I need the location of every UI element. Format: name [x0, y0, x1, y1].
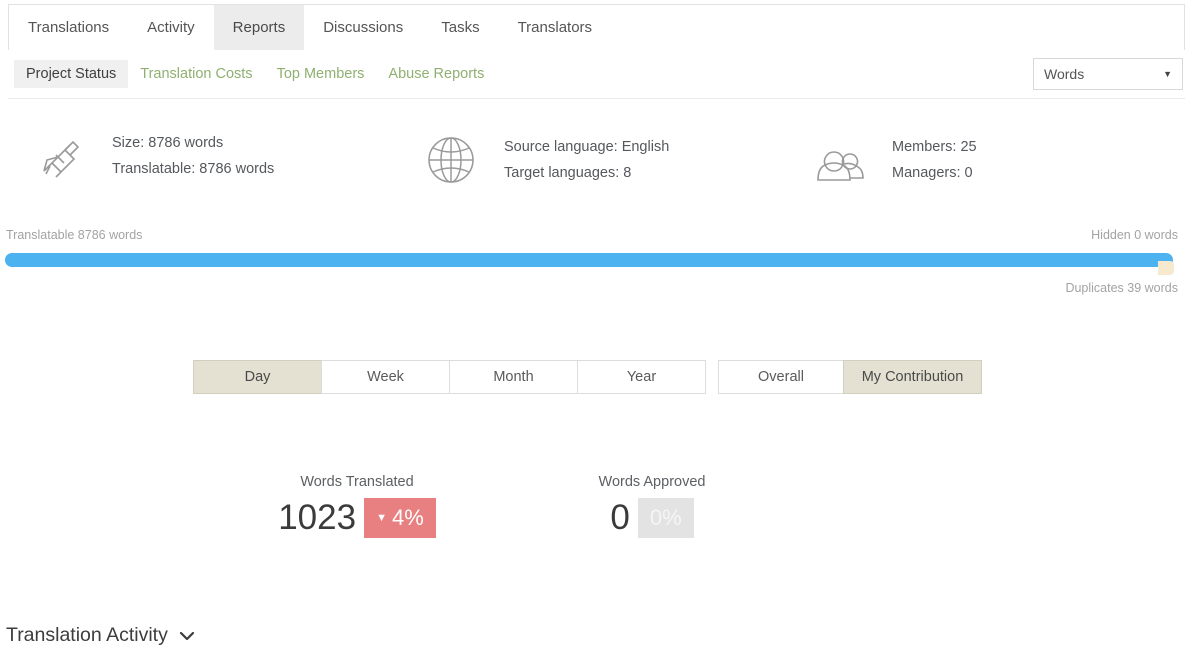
info-members-line: Members: 25 [892, 139, 977, 155]
subnav-link-translation-costs[interactable]: Translation Costs [128, 60, 264, 88]
caliper-icon [28, 125, 90, 187]
range-button-day[interactable]: Day [193, 360, 322, 394]
globe-icon [420, 129, 482, 191]
stat-words-translated-value-row: 1023 ▼ 4% [276, 498, 438, 538]
info-translatable-line: Translatable: 8786 words [112, 161, 275, 177]
stat-words-approved-badge: 0% [637, 498, 694, 538]
stat-words-approved-label: Words Approved [598, 474, 706, 490]
translation-activity-title: Translation Activity [6, 624, 168, 646]
progress-section: Translatable 8786 words Hidden 0 words D… [0, 228, 1200, 301]
range-button-month[interactable]: Month [449, 360, 578, 394]
nav-tab-discussions[interactable]: Discussions [304, 5, 422, 50]
progress-bar-duplicates [1158, 261, 1174, 275]
scope-button-overall[interactable]: Overall [718, 360, 844, 394]
main-nav-tab-list: Translations Activity Reports Discussion… [9, 5, 1184, 50]
nav-tab-tasks[interactable]: Tasks [422, 5, 498, 50]
range-button-group: Day Week Month Year [193, 360, 706, 394]
range-button-week[interactable]: Week [321, 360, 450, 394]
nav-tab-translators[interactable]: Translators [499, 5, 611, 50]
info-managers-line: Managers: 0 [892, 165, 973, 181]
unit-select-value: Words [1044, 66, 1085, 82]
chevron-down-icon: ▼ [1163, 69, 1172, 79]
stat-words-approved: Words Approved 0 0% [571, 474, 733, 538]
nav-tab-activity[interactable]: Activity [128, 5, 214, 50]
users-icon [808, 129, 870, 191]
info-block-languages: Source language: English Target language… [420, 129, 669, 191]
info-block-members: Members: 25 Managers: 0 [808, 129, 977, 191]
project-info-row: Size: 8786 words Translatable: 8786 word… [0, 125, 1200, 210]
progress-translatable-label: Translatable 8786 words [6, 228, 143, 242]
unit-select[interactable]: Words ▼ [1033, 58, 1183, 90]
info-target-languages-line: Target languages: 8 [504, 165, 632, 181]
nav-tab-reports[interactable]: Reports [213, 5, 305, 50]
triangle-down-icon: ▼ [376, 511, 387, 524]
sub-nav-link-list: Project Status Translation Costs Top Mem… [8, 60, 496, 88]
progress-bottom-labels: Duplicates 39 words [0, 281, 1200, 301]
main-navigation: Translations Activity Reports Discussion… [8, 4, 1185, 50]
stat-words-translated-badge-text: 4% [391, 505, 424, 530]
scope-button-my-contribution[interactable]: My Contribution [843, 360, 982, 394]
scope-button-group: Overall My Contribution [718, 360, 982, 394]
subnav-link-project-status[interactable]: Project Status [14, 60, 129, 88]
subnav-link-abuse-reports[interactable]: Abuse Reports [376, 60, 496, 88]
progress-duplicates-label: Duplicates 39 words [1065, 281, 1178, 295]
progress-hidden-label: Hidden 0 words [1091, 228, 1178, 242]
info-size-line: Size: 8786 words [112, 135, 224, 151]
stat-words-approved-value: 0 [610, 498, 630, 537]
stat-words-translated-value: 1023 [278, 498, 357, 537]
stat-words-translated: Words Translated 1023 ▼ 4% [276, 474, 438, 538]
info-text-size: Size: 8786 words Translatable: 8786 word… [112, 130, 274, 182]
chevron-down-icon[interactable] [178, 630, 196, 642]
sub-navigation: Project Status Translation Costs Top Mem… [8, 50, 1185, 99]
stat-words-approved-badge-text: 0% [649, 505, 682, 530]
info-text-languages: Source language: English Target language… [504, 134, 669, 186]
stat-words-approved-value-row: 0 0% [571, 498, 733, 538]
info-block-size: Size: 8786 words Translatable: 8786 word… [28, 125, 274, 187]
range-button-year[interactable]: Year [577, 360, 706, 394]
stat-words-translated-badge: ▼ 4% [364, 498, 436, 538]
progress-top-labels: Translatable 8786 words Hidden 0 words [0, 228, 1200, 248]
info-text-members: Members: 25 Managers: 0 [892, 134, 977, 186]
subnav-link-top-members[interactable]: Top Members [265, 60, 377, 88]
progress-bar-translatable [5, 253, 1173, 267]
stat-words-translated-label: Words Translated [300, 474, 414, 490]
translation-activity-header[interactable]: Translation Activity [6, 624, 196, 647]
progress-bar-area [0, 253, 1200, 275]
info-source-language-line: Source language: English [504, 139, 670, 155]
unit-select-wrapper: Words ▼ [1033, 58, 1183, 90]
period-button-groups: Day Week Month Year Overall My Contribut… [193, 360, 982, 394]
nav-tab-translations[interactable]: Translations [9, 5, 128, 50]
stats-row: Words Translated 1023 ▼ 4% Words Approve… [0, 474, 1200, 554]
